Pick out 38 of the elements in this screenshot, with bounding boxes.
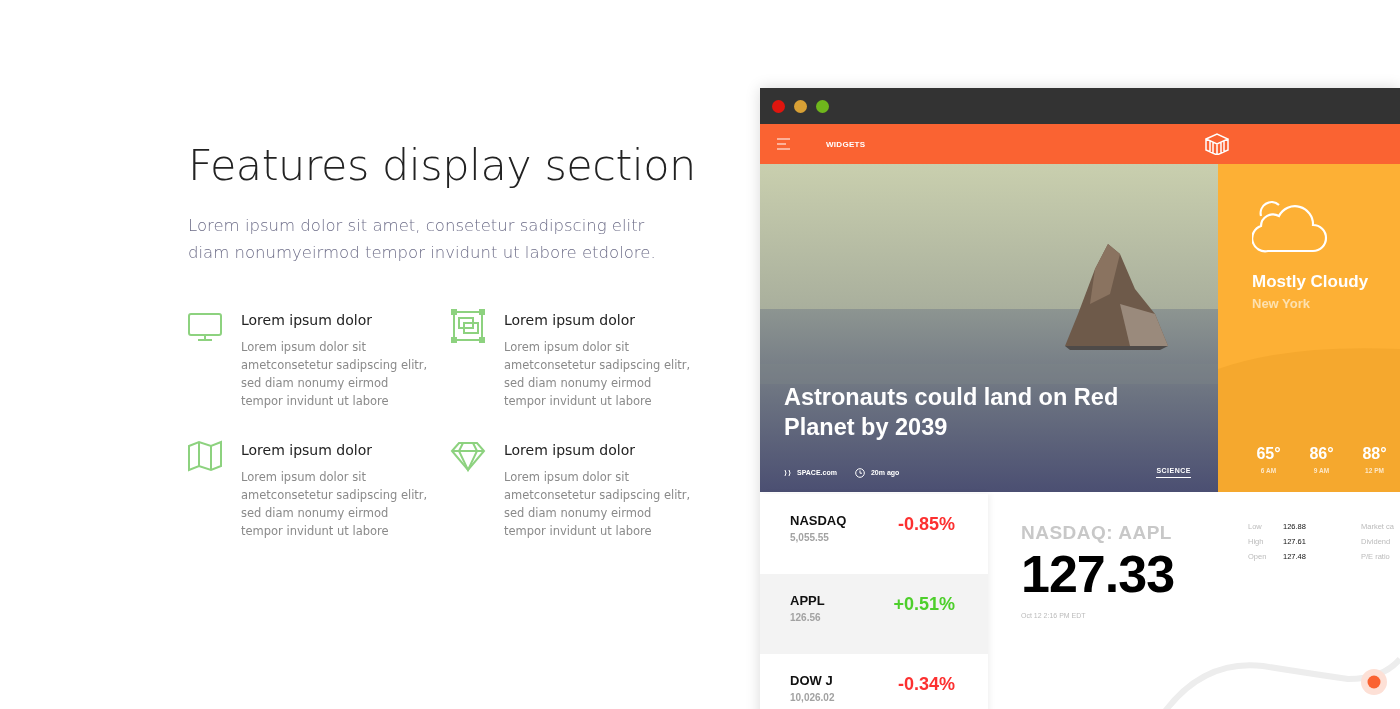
section-title: Features display section [188,139,697,192]
feature-title: Lorem ipsum dolor [504,441,636,460]
feature-text: Lorem ipsum dolor sit ametconsetetur sadipscing elitr, sed diam nonumy eirmod tempor invidunt ut labore [241,469,429,540]
maximize-button[interactable] [816,99,829,113]
stock-change: +0.51% [893,594,955,616]
map-icon [187,438,223,474]
stock-change: -0.34% [897,674,955,696]
stock-name: APPL [790,594,825,608]
feature-title: Lorem ipsum dolor [241,311,373,330]
stock-row[interactable]: NASDAQ 5,055.55 -0.85% [760,494,988,574]
marker-dot-icon [1361,669,1387,695]
clock-icon [854,467,865,478]
layers-icon [450,308,486,344]
news-headline[interactable]: Astronauts could land on Red Planet by 2039 [784,382,1164,442]
stock-change: -0.85% [897,514,955,536]
stock-name: NASDAQ [790,514,847,528]
stock-name: DOW J [790,674,834,688]
source-icon [784,468,791,477]
stock-value: 10,026.02 [790,692,835,703]
feature-title: Lorem ipsum dolor [504,311,636,330]
stock-value: 126.56 [790,612,822,623]
forecast-temperature: 86° [1309,445,1334,463]
stock-value: 5,055.55 [790,532,830,543]
feature-text: Lorem ipsum dolor sit ametconsetetur sadipscing elitr, sed diam nonumy eirmod tempor invidunt ut labore [504,469,692,540]
forecast-temperature: 88° [1362,445,1387,463]
feature-text: Lorem ipsum dolor sit ametconsetetur sadipscing elitr, sed diam nonumy eirmod tempor invidunt ut labore [241,339,429,410]
stock-row[interactable]: APPL 126.56 +0.51% [760,574,988,654]
minimize-button[interactable] [794,99,807,113]
feature-text: Lorem ipsum dolor sit ametconsetetur sadipscing elitr, sed diam nonumy eirmod tempor invidunt ut labore [504,339,692,410]
feature-title: Lorem ipsum dolor [241,441,373,460]
close-button[interactable] [772,99,785,113]
intro-paragraph: Lorem ipsum dolor sit amet, consetetur sadipscing elitr diam nonumyeirmod tempor invidunt ut labore etdolore. [188,215,657,264]
stock-row[interactable]: DOW J 10,026.02 -0.34% [760,654,988,709]
weather-condition: Mostly Cloudy [1252,272,1370,292]
forecast-temperature: 65° [1256,445,1281,463]
stock-price: 127.33 [1021,546,1176,602]
cube-logo-icon [1205,133,1229,155]
weather-city: New York [1252,296,1312,311]
